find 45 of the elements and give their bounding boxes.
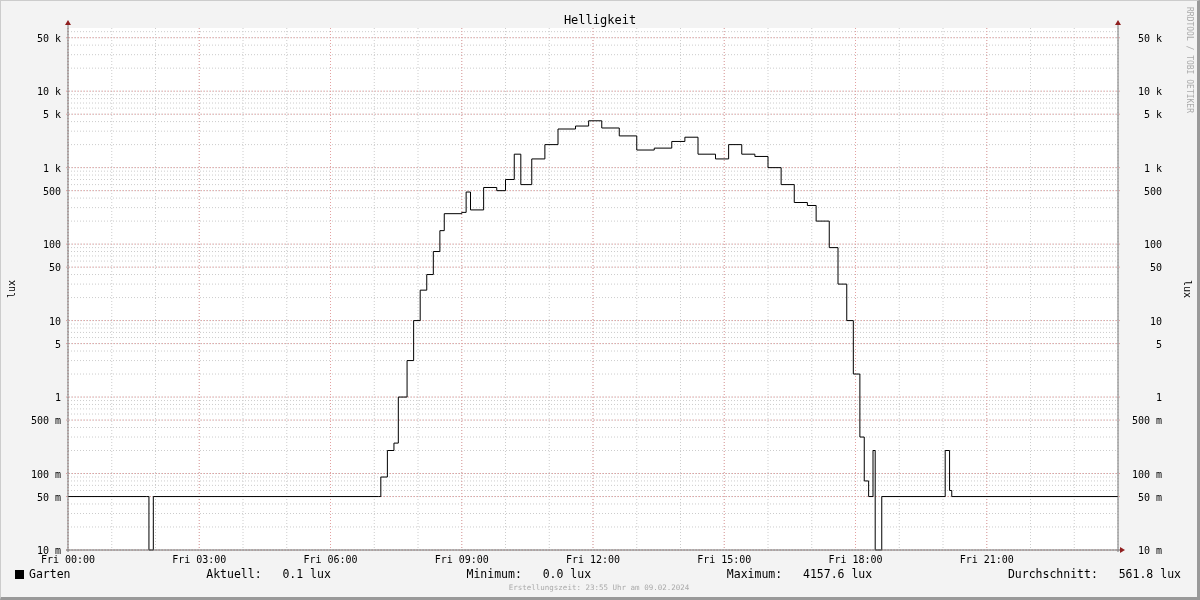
- y-tick-label: 50 m: [36, 491, 61, 503]
- legend-stat: Minimum: 0.0 lux: [466, 567, 592, 581]
- legend-stat: Durchschnitt: 561.8 lux: [1007, 567, 1181, 581]
- y-tick-label: 50: [1149, 262, 1162, 274]
- credit-text: RRDTOOL / TOBI OETIKER: [1185, 7, 1194, 113]
- y-tick-label: 1 k: [1143, 162, 1162, 174]
- y-axis-label: lux: [6, 279, 17, 299]
- y-tick-label: 100: [1143, 239, 1162, 251]
- y-tick-label: 500 m: [30, 415, 61, 427]
- y-tick-label: 100 m: [30, 468, 61, 480]
- y-tick-label: 500: [42, 185, 61, 197]
- legend-label: Garten: [29, 567, 71, 581]
- x-tick-label: Fri 09:00: [434, 554, 489, 565]
- y-tick-label: 500 m: [1131, 415, 1162, 427]
- y-tick-label: 500: [1143, 185, 1162, 197]
- y-tick-label: 50 k: [1137, 32, 1162, 44]
- y-tick-label: 10 k: [36, 86, 61, 98]
- x-tick-label: Fri 21:00: [959, 554, 1014, 565]
- y-tick-label: 10 m: [36, 545, 61, 556]
- x-tick-label: Fri 18:00: [828, 554, 883, 565]
- y-tick-label: 10: [1149, 315, 1162, 327]
- x-tick-label: Fri 03:00: [172, 554, 227, 565]
- y-axis-label: lux: [1182, 279, 1193, 299]
- y-tick-label: 10 k: [1137, 86, 1162, 98]
- y-tick-label: 1 k: [42, 162, 61, 174]
- y-tick-label: 10: [48, 315, 61, 327]
- y-tick-label: 100: [42, 239, 61, 251]
- legend-stat: Maximum: 4157.6 lux: [726, 567, 873, 581]
- y-tick-label: 1: [54, 392, 61, 404]
- y-tick-label: 5 k: [42, 109, 61, 121]
- x-tick-label: Fri 15:00: [697, 554, 752, 565]
- y-tick-label: 50 m: [1137, 491, 1162, 503]
- y-tick-label: 5: [54, 338, 61, 350]
- y-tick-label: 1: [1155, 392, 1162, 404]
- y-tick-label: 50 k: [36, 32, 61, 44]
- x-tick-label: Fri 12:00: [565, 554, 621, 565]
- y-tick-label: 100 m: [1131, 468, 1162, 480]
- y-tick-label: 50: [48, 262, 61, 274]
- y-tick-label: 10 m: [1137, 545, 1162, 556]
- legend-stat: Aktuell: 0.1 lux: [206, 567, 331, 581]
- x-tick-label: Fri 06:00: [303, 554, 358, 565]
- chart-title: Helligkeit: [563, 13, 637, 27]
- x-tick-label: Fri 00:00: [40, 554, 96, 565]
- y-tick-label: 5: [1155, 338, 1162, 350]
- y-tick-label: 5 k: [1143, 109, 1162, 121]
